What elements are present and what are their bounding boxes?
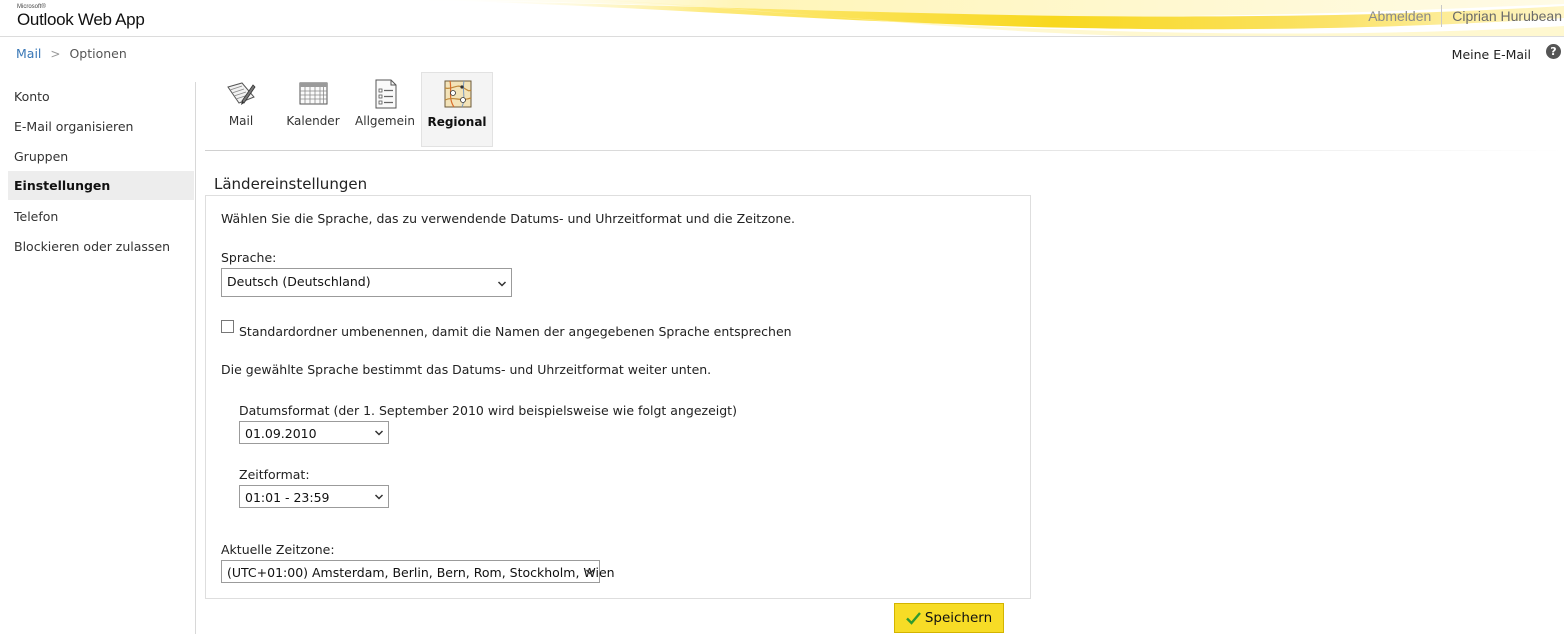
header-links: Abmelden Ciprian Hurubean [1368,5,1564,27]
sidebar-item-einstellungen[interactable]: Einstellungen [8,171,194,200]
chevron-down-icon [374,430,384,436]
chevron-down-icon [374,494,384,500]
breadcrumb-mail-link[interactable]: Mail [16,46,41,61]
rename-folders-checkbox[interactable] [221,320,234,333]
my-mail-link[interactable]: Meine E-Mail [1452,47,1531,62]
regional-map-icon [444,80,472,108]
outlook-web-app-logo[interactable]: Microsoft® Outlook Web App [17,4,145,30]
chevron-down-icon [585,569,595,575]
date-format-label: Datumsformat (der 1. September 2010 wird… [239,403,737,418]
sidebar-item-telefon[interactable]: Telefon [8,202,194,231]
signout-link[interactable]: Abmelden [1368,8,1441,24]
product-name: Outlook Web App [17,10,145,29]
checkmark-icon [905,612,921,625]
user-name[interactable]: Ciprian Hurubean [1442,8,1564,24]
time-format-label: Zeitformat: [239,467,310,482]
time-format-value: 01:01 - 23:59 [245,490,330,505]
sidebar-item-email-organisieren[interactable]: E-Mail organisieren [8,112,194,141]
date-format-select[interactable]: 01.09.2010 [239,421,389,444]
rename-folders-label: Standardordner umbenennen, damit die Nam… [239,324,792,339]
tab-mail[interactable]: Mail [205,72,277,147]
section-title: Ländereinstellungen [214,175,368,193]
regional-settings-panel [205,195,1031,599]
chevron-down-icon [497,281,507,287]
tabs-divider [205,150,1564,151]
tab-regional[interactable]: Regional [421,72,493,147]
tab-allgemein[interactable]: Allgemein [349,72,421,147]
breadcrumb-current: Optionen [69,46,127,61]
header-swoosh-decoration [380,0,1564,36]
time-format-select[interactable]: 01:01 - 23:59 [239,485,389,508]
options-sidebar: Konto E-Mail organisieren Gruppen Einste… [0,82,196,634]
tab-label: Kalender [286,114,340,128]
tab-label: Mail [228,114,254,128]
intro-text: Wählen Sie die Sprache, das zu verwenden… [221,211,795,226]
sidebar-item-gruppen[interactable]: Gruppen [8,142,194,171]
help-icon[interactable]: ? [1546,44,1561,59]
tab-label: Allgemein [355,114,415,128]
date-format-value: 01.09.2010 [245,426,317,441]
timezone-select[interactable]: (UTC+01:00) Amsterdam, Berlin, Bern, Rom… [221,560,615,583]
tab-label: Regional [427,115,487,129]
tab-kalender[interactable]: Kalender [277,72,349,147]
sidebar-item-konto[interactable]: Konto [8,82,194,111]
format-note: Die gewählte Sprache bestimmt das Datums… [221,362,712,377]
language-select[interactable]: Deutsch (Deutschland) [221,268,512,297]
breadcrumb-separator: > [50,46,61,61]
breadcrumb: Mail > Optionen [16,46,127,61]
mail-settings-icon [227,82,256,105]
calendar-icon [299,82,328,105]
general-list-icon [375,79,397,109]
timezone-value: (UTC+01:00) Amsterdam, Berlin, Bern, Rom… [227,565,615,580]
app-header: Microsoft® Outlook Web App Abmelden Cipr… [0,0,1564,37]
language-select-value: Deutsch (Deutschland) [227,274,371,289]
sidebar-item-blockieren[interactable]: Blockieren oder zulassen [8,232,194,261]
timezone-label: Aktuelle Zeitzone: [221,542,335,557]
language-label: Sprache: [221,250,277,265]
save-button[interactable]: Speichern [894,603,1004,633]
save-button-label: Speichern [924,610,993,626]
